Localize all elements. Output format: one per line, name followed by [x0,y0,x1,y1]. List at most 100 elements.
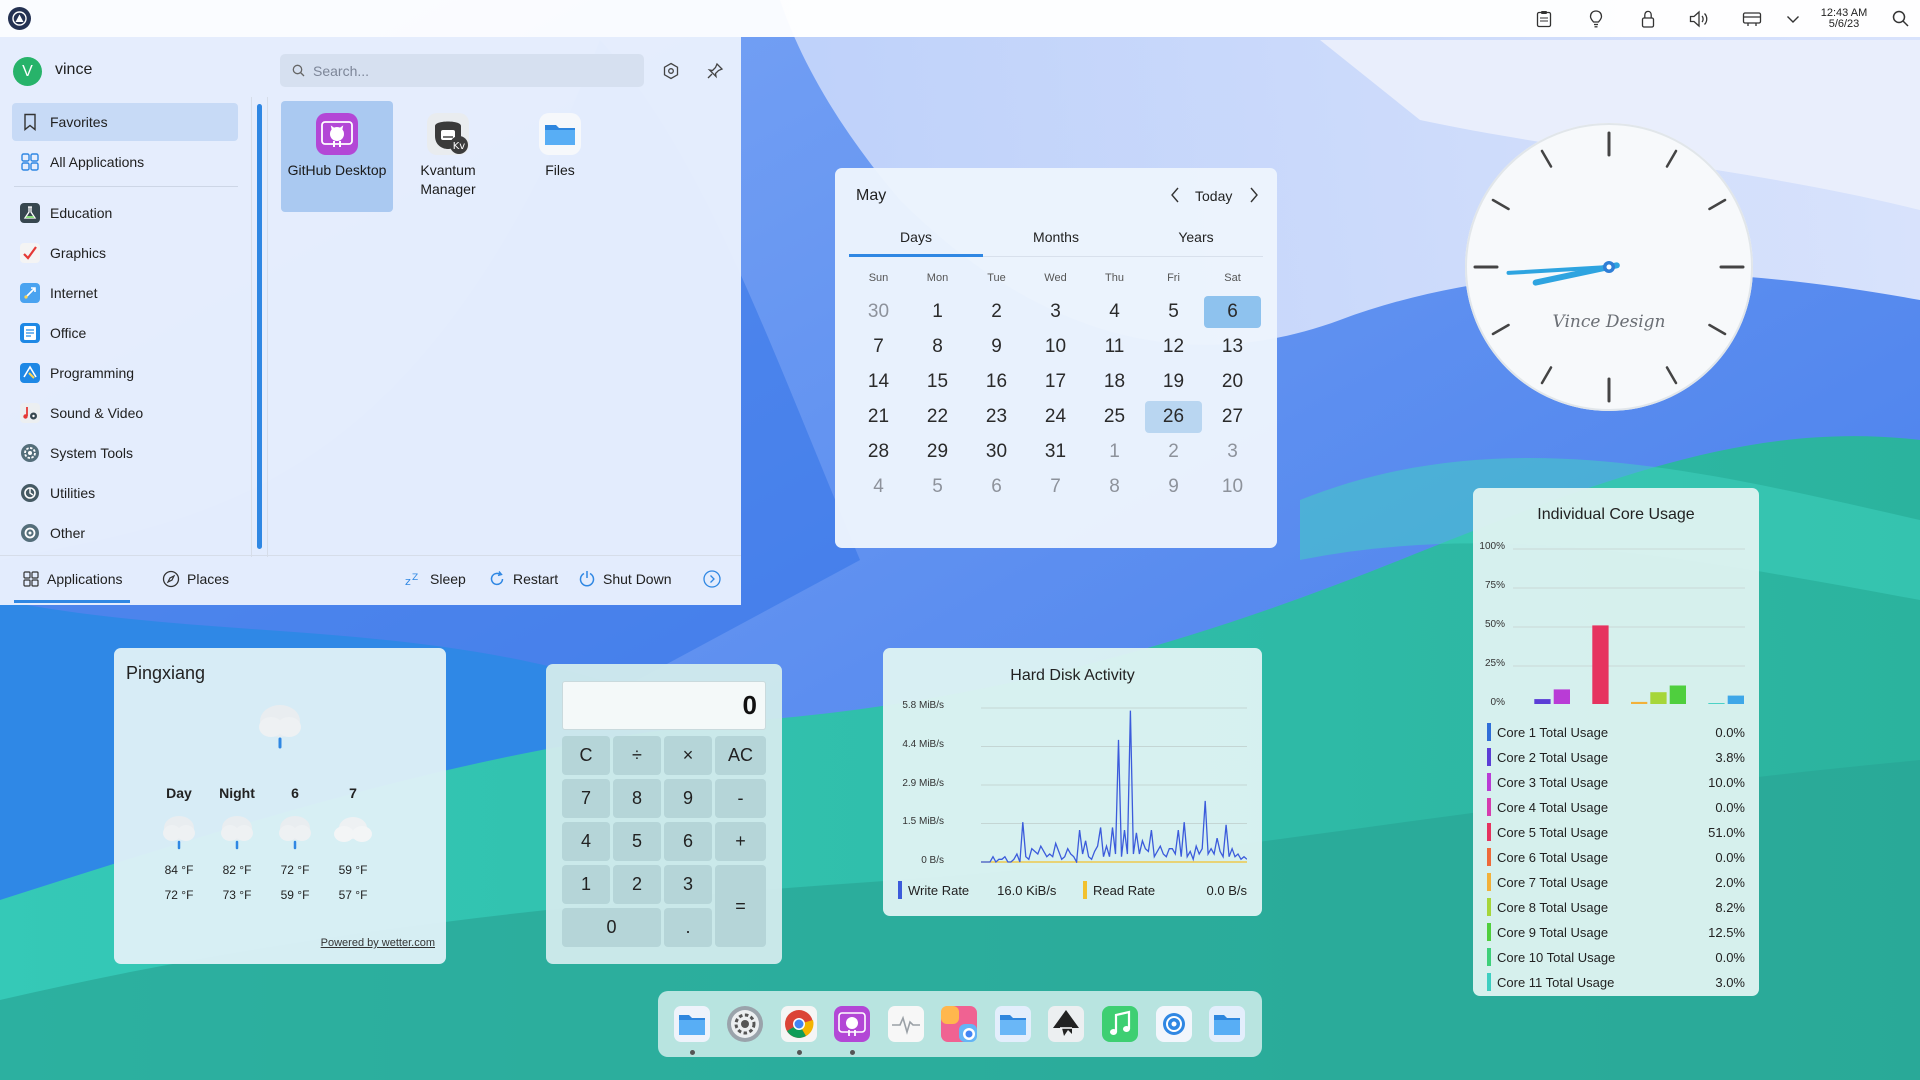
key-minus[interactable]: - [715,779,766,818]
pin-button[interactable] [700,56,730,86]
calendar-day[interactable]: 7 [850,331,907,363]
category-other[interactable]: Other [12,514,238,552]
dock-folder-icon[interactable] [1205,1002,1249,1046]
calendar-day[interactable]: 8 [1086,471,1143,503]
calendar-day[interactable]: 5 [1145,296,1202,328]
lock-icon[interactable] [1622,0,1674,37]
key-5[interactable]: 5 [613,822,661,861]
dock-system-monitor-icon[interactable] [884,1002,928,1046]
key-2[interactable]: 2 [613,865,661,904]
dock-github-desktop-icon[interactable] [830,1002,874,1046]
dock-folder-icon[interactable] [991,1002,1035,1046]
calendar-day[interactable]: 11 [1086,331,1143,363]
calendar-day-today[interactable]: 6 [1204,296,1261,328]
category-favorites[interactable]: Favorites [12,103,238,141]
search-input[interactable] [313,62,613,79]
calendar-day[interactable]: 9 [968,331,1025,363]
avatar[interactable]: V [13,57,42,86]
dock-chrome-icon[interactable] [777,1002,821,1046]
calendar-day[interactable]: 7 [1027,471,1084,503]
dock-inkscape-icon[interactable] [1044,1002,1088,1046]
calendar-day[interactable]: 4 [1086,296,1143,328]
key-plus[interactable]: + [715,822,766,861]
calendar-day[interactable]: 15 [909,366,966,398]
category-education[interactable]: Education [12,194,238,232]
key-all-clear[interactable]: AC [715,736,766,775]
calendar-day[interactable]: 24 [1027,401,1084,433]
sleep-button[interactable]: zZ Sleep [405,570,466,588]
calendar-day[interactable]: 22 [909,401,966,433]
category-utilities[interactable]: Utilities [12,474,238,512]
key-divide[interactable]: ÷ [613,736,661,775]
app-files[interactable]: Files [504,101,616,212]
key-equals[interactable]: = [715,865,766,947]
calendar-day[interactable]: 17 [1027,366,1084,398]
calendar-day[interactable]: 13 [1204,331,1261,363]
calendar-day[interactable]: 19 [1145,366,1202,398]
category-internet[interactable]: Internet [12,274,238,312]
launcher-search[interactable] [280,54,644,87]
calendar-day[interactable]: 3 [1027,296,1084,328]
calendar-day[interactable]: 1 [909,296,966,328]
weather-source-link[interactable]: Powered by wetter.com [321,937,435,949]
category-system-tools[interactable]: System Tools [12,434,238,472]
calendar-day[interactable]: 3 [1204,436,1261,468]
key-8[interactable]: 8 [613,779,661,818]
calendar-day[interactable]: 23 [968,401,1025,433]
search-icon[interactable] [1880,0,1920,37]
network-icon[interactable] [1726,0,1778,37]
dock-music-icon[interactable] [1098,1002,1142,1046]
configure-button[interactable] [656,56,686,86]
dock-settings-icon[interactable] [723,1002,767,1046]
dock-files-icon[interactable] [670,1002,714,1046]
category-scrollbar[interactable] [257,104,262,549]
calendar-day[interactable]: 4 [850,471,907,503]
category-all-applications[interactable]: All Applications [12,143,238,181]
category-sound-video[interactable]: Sound & Video [12,394,238,432]
calendar-day[interactable]: 10 [1027,331,1084,363]
calendar-day[interactable]: 30 [850,296,907,328]
key-7[interactable]: 7 [562,779,610,818]
calendar-day[interactable]: 25 [1086,401,1143,433]
category-graphics[interactable]: Graphics [12,234,238,272]
app-github-desktop[interactable]: GitHub Desktop [281,101,393,212]
app-launcher-button[interactable] [8,7,31,30]
key-1[interactable]: 1 [562,865,610,904]
key-3[interactable]: 3 [664,865,712,904]
calendar-day[interactable]: 30 [968,436,1025,468]
calendar-day[interactable]: 27 [1204,401,1261,433]
volume-icon[interactable] [1674,0,1726,37]
key-9[interactable]: 9 [664,779,712,818]
key-decimal[interactable]: . [664,908,712,947]
calendar-day[interactable]: 26 [1145,401,1202,433]
lightbulb-icon[interactable] [1570,0,1622,37]
tab-days[interactable]: Days [849,229,983,245]
key-6[interactable]: 6 [664,822,712,861]
calendar-day[interactable]: 29 [909,436,966,468]
tab-applications[interactable]: Applications [22,570,123,588]
restart-button[interactable]: Restart [488,570,558,588]
calendar-day[interactable]: 21 [850,401,907,433]
calendar-day[interactable]: 20 [1204,366,1261,398]
dock-photos-icon[interactable] [937,1002,981,1046]
category-office[interactable]: Office [12,314,238,352]
chevron-right-icon[interactable] [1245,186,1263,204]
calendar-day[interactable]: 2 [968,296,1025,328]
app-kvantum-manager[interactable]: Kv Kvantum Manager [392,101,504,212]
key-0[interactable]: 0 [562,908,661,947]
calendar-day[interactable]: 8 [909,331,966,363]
dock-remote-icon[interactable] [1152,1002,1196,1046]
key-multiply[interactable]: × [664,736,712,775]
chevron-left-icon[interactable] [1166,186,1184,204]
calendar-day[interactable]: 5 [909,471,966,503]
calendar-day[interactable]: 12 [1145,331,1202,363]
calendar-day[interactable]: 10 [1204,471,1261,503]
calendar-day[interactable]: 6 [968,471,1025,503]
calendar-day[interactable]: 2 [1145,436,1202,468]
calendar-day[interactable]: 14 [850,366,907,398]
calendar-day[interactable]: 1 [1086,436,1143,468]
calendar-day[interactable]: 18 [1086,366,1143,398]
tab-places[interactable]: Places [162,570,229,588]
calendar-day[interactable]: 28 [850,436,907,468]
panel-clock[interactable]: 12:43 AM 5/6/23 [1814,7,1874,30]
